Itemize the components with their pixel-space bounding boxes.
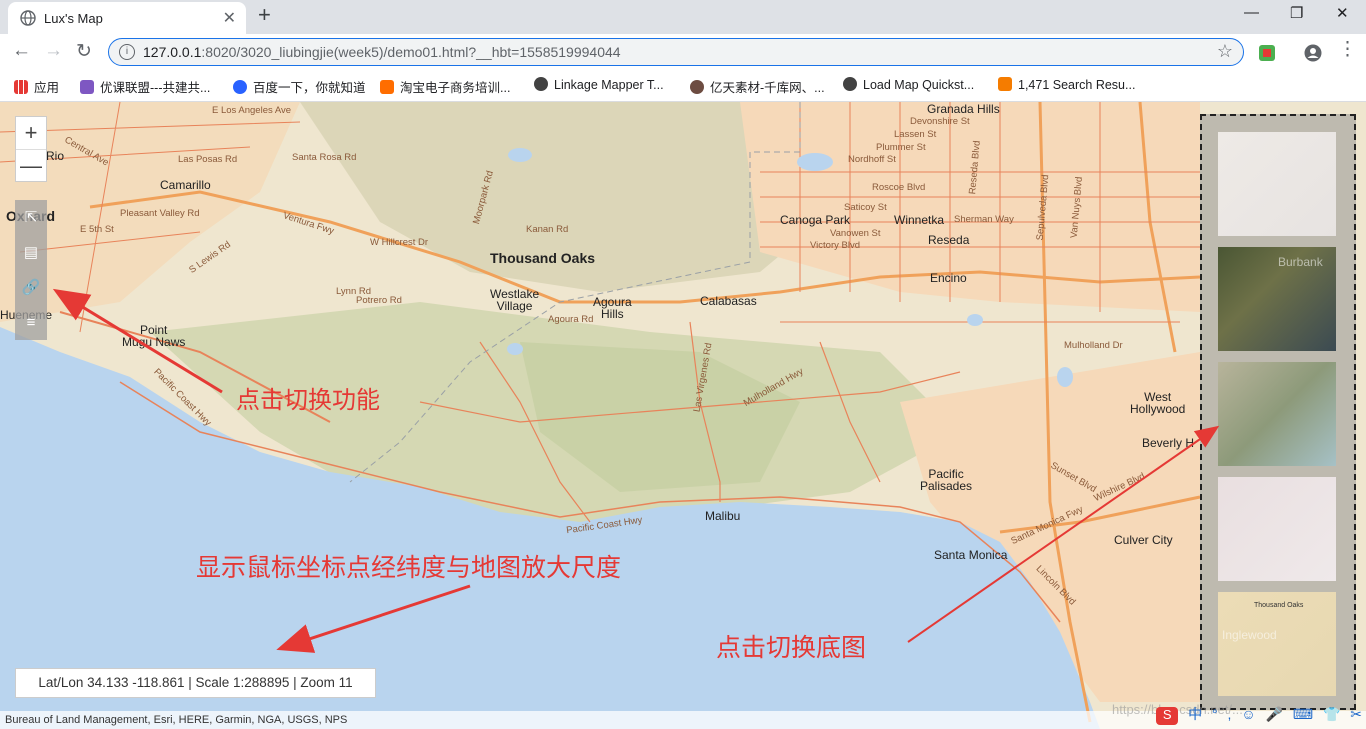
ime-tools-icon[interactable]: ✂ <box>1350 706 1362 722</box>
bookmarks-bar: 应用 优课联盟---共建共... 百度一下，你就知道 淘宝电子商务培训... L… <box>0 70 1366 102</box>
ime-skin-icon[interactable]: 👕 <box>1323 706 1340 722</box>
ime-punctuation-icon[interactable]: , <box>1228 706 1232 722</box>
apps-grid-icon <box>14 80 28 94</box>
bookmark-label: 应用 <box>34 81 60 95</box>
tab-strip: Lux's Map ✕ + — ❐ ✕ <box>0 0 1366 34</box>
ime-halfwidth-icon[interactable]: ° <box>1212 706 1218 722</box>
ime-keyboard-icon[interactable]: ⌨ <box>1293 706 1313 722</box>
taobao-icon <box>380 80 394 94</box>
coordinate-readout: Lat/Lon 34.133 -118.861 | Scale 1:288895… <box>15 668 376 698</box>
browser-menu-icon[interactable]: ⋮ <box>1338 38 1357 61</box>
bookmark-star-icon[interactable]: ☆ <box>1217 41 1233 62</box>
url-path: :8020/3020_liubingjie(week5)/demo01.html… <box>201 44 621 60</box>
annotation-switch-function: 点击切换功能 <box>236 386 380 414</box>
annotation-arrows <box>52 288 1220 653</box>
globe-icon <box>843 77 857 91</box>
ime-voice-icon[interactable]: 🎤 <box>1266 706 1283 722</box>
baidu-paw-icon <box>233 80 247 94</box>
annotation-switch-basemap: 点击切换底图 <box>716 633 867 662</box>
bookmark-item[interactable]: Linkage Mapper T... <box>534 77 664 92</box>
ime-language-icon[interactable]: 中 <box>1188 706 1202 722</box>
forward-arrow-icon[interactable]: → <box>44 40 63 62</box>
window-minimize-button[interactable]: — <box>1244 4 1259 21</box>
map-view[interactable]: Thousand Oaks Oxnard Camarillo Westlake … <box>0 102 1366 729</box>
globe-icon <box>20 10 36 26</box>
bookmark-label: Linkage Mapper T... <box>554 78 664 92</box>
bookmark-item[interactable]: 1,471 Search Resu... <box>998 77 1135 92</box>
bookmark-apps[interactable]: 应用 <box>14 77 59 96</box>
info-icon[interactable]: i <box>119 44 135 60</box>
avatar-icon <box>690 80 704 94</box>
bookmark-label: 优课联盟---共建共... <box>100 81 211 95</box>
tab-title: Lux's Map <box>44 11 103 26</box>
account-avatar-icon[interactable] <box>1304 44 1322 62</box>
url-host: 127.0.0.1 <box>143 44 202 60</box>
letter-e-icon <box>998 77 1012 91</box>
extension-icon[interactable] <box>1258 44 1276 62</box>
ime-emoji-icon[interactable]: ☺ <box>1241 706 1255 722</box>
window-restore-button[interactable]: ❐ <box>1290 4 1303 22</box>
bookmark-label: 亿天素材-千库网、... <box>710 81 825 95</box>
bookmark-item[interactable]: 百度一下，你就知道 <box>233 77 366 96</box>
bookmark-label: 淘宝电子商务培训... <box>400 81 511 95</box>
bookmark-label: 百度一下，你就知道 <box>253 81 366 95</box>
new-tab-button[interactable]: + <box>258 2 271 28</box>
reload-icon[interactable]: ↻ <box>76 40 92 63</box>
window-close-button[interactable]: ✕ <box>1336 4 1349 22</box>
browser-toolbar: ← → ↻ i 127.0.0.1:8020/3020_liubingjie(w… <box>0 34 1366 70</box>
annotation-show-coords: 显示鼠标坐标点经纬度与地图放大尺度 <box>196 553 622 582</box>
ime-toolbar: S 中 ° , ☺ 🎤 ⌨ 👕 ✂ <box>1150 704 1362 728</box>
bookmark-favicon-icon <box>80 80 94 94</box>
bookmark-item[interactable]: 亿天素材-千库网、... <box>690 77 825 96</box>
tab-close-button[interactable]: ✕ <box>223 8 236 28</box>
bookmark-item[interactable]: 优课联盟---共建共... <box>80 77 210 96</box>
bookmark-label: 1,471 Search Resu... <box>1018 78 1136 92</box>
bookmark-label: Load Map Quickst... <box>863 78 975 92</box>
back-arrow-icon[interactable]: ← <box>12 40 31 62</box>
bookmark-item[interactable]: Load Map Quickst... <box>843 77 974 92</box>
url-text: 127.0.0.1:8020/3020_liubingjie(week5)/de… <box>143 44 621 60</box>
address-bar[interactable]: i 127.0.0.1:8020/3020_liubingjie(week5)/… <box>108 38 1244 66</box>
sogou-icon[interactable]: S <box>1156 707 1179 725</box>
bookmark-item[interactable]: 淘宝电子商务培训... <box>380 77 510 96</box>
browser-tab[interactable]: Lux's Map ✕ <box>8 2 246 34</box>
globe-icon <box>534 77 548 91</box>
